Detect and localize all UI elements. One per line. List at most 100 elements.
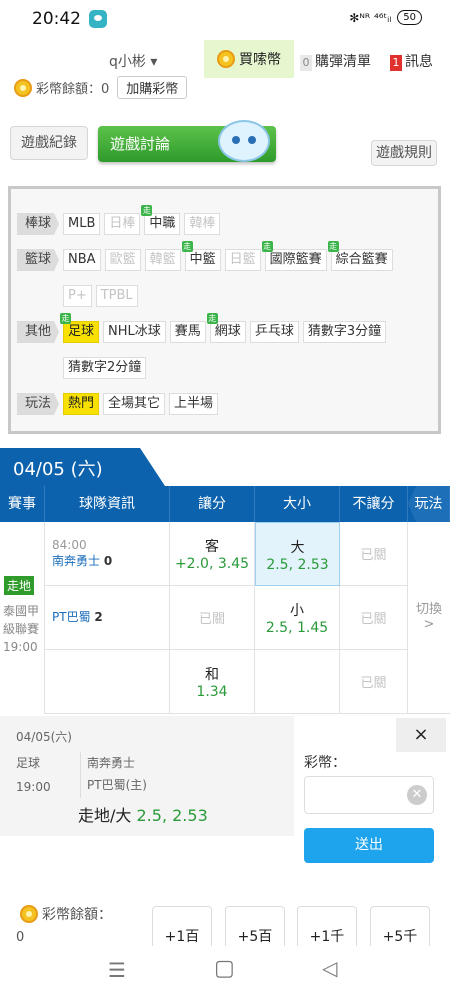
bet-panel: 04/05(六) 足球 19:00 南奔勇士 PT巴蜀(主) 走地/大 2.5,… [0, 716, 450, 950]
game-rules-button[interactable]: 遊戲規則 [371, 140, 437, 166]
messages-label: 訊息 [405, 54, 433, 70]
other-row-2: 猜數字2分鐘 [63, 357, 147, 379]
chip-pplus[interactable]: P+ [63, 285, 92, 307]
col-team: 球隊資訊 [45, 486, 170, 522]
game-history-button[interactable]: 遊戲紀錄 [10, 126, 88, 160]
panel-balance: 彩幣餘額： [20, 904, 112, 924]
coin-amount-input[interactable]: ✕ [304, 776, 434, 814]
chip-kbo[interactable]: 韓棒 [184, 213, 221, 235]
empty-cell [255, 650, 340, 714]
bet-date: 04/05(六) [16, 730, 72, 744]
menu-icon[interactable]: ☰ [108, 958, 126, 982]
discussion-label: 遊戲討論 [110, 135, 171, 153]
event-cell: 走地 泰國甲級聯賽 19:00 [0, 522, 45, 714]
back-icon[interactable]: ◁ [322, 956, 337, 980]
panel-balance-value: 0 [16, 930, 25, 945]
col-play: 玩法 [408, 486, 450, 522]
buy-coins-button[interactable]: 買嗦幣 [204, 40, 294, 78]
chip-nhl[interactable]: NHL冰球 [103, 321, 166, 343]
add-100-button[interactable]: +1百 [152, 906, 212, 950]
switch-label: 切換 [415, 602, 442, 617]
chip-mlb[interactable]: MLB [63, 213, 101, 235]
chip-tpbl[interactable]: TPBL [95, 285, 138, 307]
home-icon[interactable]: ▢ [214, 956, 235, 981]
basketball-head: 籃球 [17, 249, 60, 271]
chip-label: 足球 [68, 324, 95, 339]
clear-icon[interactable]: ✕ [407, 785, 427, 805]
live-tag: 走地 [4, 576, 35, 595]
odds-table-header: 賽事 球隊資訊 讓分 大小 不讓分 玩法 [0, 486, 450, 522]
bet-pick: 走地/大 2.5, 2.53 [78, 802, 208, 826]
match-clock: 84:00 [52, 538, 87, 552]
team2-name: PT巴蜀 [52, 610, 91, 624]
handicap-away-odds[interactable]: 客 +2.0, 3.45 [170, 522, 255, 586]
chip-euro[interactable]: 歐籃 [104, 249, 141, 271]
coin-icon [20, 905, 38, 923]
under-odds[interactable]: 小 2.5, 1.45 [255, 586, 340, 650]
play-head: 玩法 [17, 393, 60, 415]
signal-icons: ✻ᴺᴿ ⁴⁶ᵗᵢₗ [349, 10, 392, 25]
user-menu[interactable]: q小彬 ▾ [109, 51, 157, 71]
live-badge: 走 [141, 205, 153, 216]
add-500-button[interactable]: +5百 [225, 906, 285, 950]
bet-teams: 南奔勇士 PT巴蜀(主) [80, 752, 147, 798]
chat-app-icon [89, 10, 107, 28]
chip-first-half[interactable]: 上半場 [169, 393, 219, 415]
closed-cell: 已關 [170, 586, 255, 650]
draw-odds[interactable]: 和 1.34 [170, 650, 255, 714]
col-over-under: 大小 [255, 486, 340, 522]
odds-value: 2.5, 1.45 [265, 620, 329, 636]
chip-cpbl[interactable]: 走中職 [141, 205, 181, 235]
close-icon[interactable]: × [396, 718, 446, 752]
chip-guess3[interactable]: 猜數字3分鐘 [302, 321, 387, 343]
bet-time: 19:00 [16, 780, 51, 794]
chip-label: 中職 [149, 216, 176, 231]
chip-npb[interactable]: 日棒 [104, 213, 141, 235]
chip-japan-bb[interactable]: 日籃 [224, 249, 261, 271]
chip-label: 中籃 [189, 252, 216, 267]
add-1000-button[interactable]: +1千 [297, 906, 357, 950]
chip-label: 綜合籃賽 [335, 252, 388, 267]
chip-hot[interactable]: 熱門 [63, 393, 100, 415]
chip-tennis[interactable]: 走網球 [206, 313, 246, 343]
chip-guess2[interactable]: 猜數字2分鐘 [63, 357, 147, 379]
chip-intl-bb[interactable]: 走國際籃賽 [261, 241, 327, 271]
game-discussion-button[interactable]: 遊戲討論 [98, 120, 276, 162]
messages-link[interactable]: 1 訊息 [390, 51, 433, 71]
add-5000-button[interactable]: +5千 [370, 906, 430, 950]
chip-label: 國際籃賽 [269, 252, 322, 267]
col-event: 賽事 [0, 486, 45, 522]
bet-home: 南奔勇士 [87, 756, 136, 770]
chip-china-bb[interactable]: 走中籃 [181, 241, 221, 271]
team1-name: 南奔勇士 [52, 554, 101, 568]
over-odds-selected[interactable]: 大 2.5, 2.53 [255, 522, 340, 586]
chip-nba[interactable]: NBA [63, 249, 101, 271]
coin-input-label: 彩幣： [304, 755, 346, 771]
baseball-head: 棒球 [17, 213, 60, 235]
switch-play-button[interactable]: 切換 > [408, 522, 450, 714]
chip-horse[interactable]: 賽馬 [169, 321, 206, 343]
odds-side: 小 [290, 603, 304, 619]
odds-value: 2.5, 2.53 [266, 557, 329, 573]
panel-balance-label: 彩幣餘額： [42, 907, 112, 923]
closed-cell: 已關 [340, 586, 408, 650]
bet-slip-link[interactable]: 0 購彈清單 [300, 51, 371, 71]
buy-more-coins-button[interactable]: 加購彩幣 [117, 76, 188, 99]
odds-value: 1.34 [196, 684, 228, 700]
status-indicators: ✻ᴺᴿ ⁴⁶ᵗᵢₗ 50 [349, 10, 422, 25]
submit-bet-button[interactable]: 送出 [304, 828, 434, 863]
chip-mixed-bb[interactable]: 走綜合籃賽 [327, 241, 393, 271]
tab-row: 遊戲紀錄 遊戲討論 遊戲規則 [0, 118, 450, 178]
clock: 20:42 [32, 9, 81, 29]
chip-soccer[interactable]: 走足球 [60, 313, 100, 343]
chip-full-other[interactable]: 全場其它 [103, 393, 166, 415]
chip-korea-bb[interactable]: 韓籃 [144, 249, 181, 271]
other-row: 其他 走足球 NHL冰球 賽馬 走網球 乒乓球 猜數字3分鐘 [17, 313, 387, 343]
chip-pingpong[interactable]: 乒乓球 [249, 321, 299, 343]
status-bar: 20:42 ✻ᴺᴿ ⁴⁶ᵗᵢₗ 50 [0, 0, 450, 38]
system-nav-bar: ☰ ▢ ◁ [0, 946, 450, 1000]
col-handicap: 讓分 [170, 486, 255, 522]
cart-count-badge: 0 [300, 55, 312, 71]
baseball-row: 棒球 MLB 日棒 走中職 韓棒 [17, 205, 221, 235]
coin-icon [217, 50, 235, 68]
